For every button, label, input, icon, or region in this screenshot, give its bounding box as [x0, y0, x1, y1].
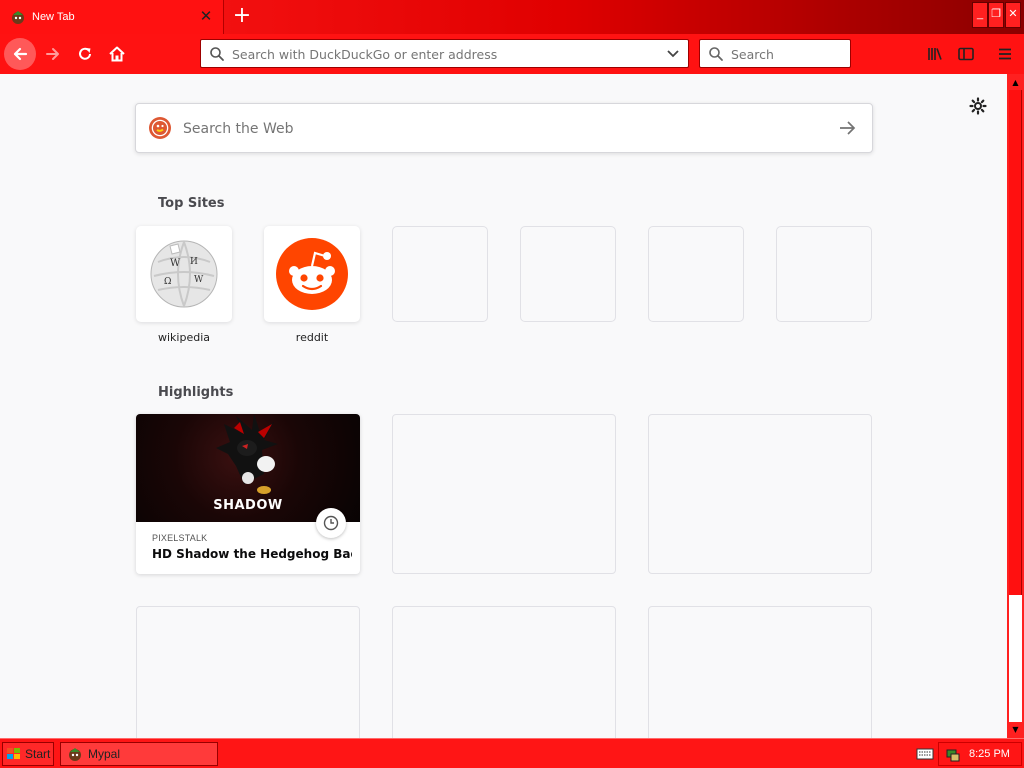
highlight-empty [392, 414, 616, 574]
svg-text:Ω: Ω [164, 277, 171, 287]
highlights-title: Highlights [158, 385, 234, 400]
wikipedia-icon: W Ω И W [150, 240, 218, 308]
url-bar[interactable] [200, 39, 689, 68]
highlight-empty [648, 414, 872, 574]
top-site-empty [520, 226, 616, 322]
shadow-hedgehog-image [216, 414, 278, 494]
mypal-icon [12, 11, 24, 24]
settings-button[interactable] [968, 96, 988, 116]
top-site-label: wikipedia [157, 331, 210, 344]
scroll-down-arrow[interactable]: ▼ [1009, 722, 1022, 737]
minimize-button[interactable]: _ [972, 2, 988, 28]
web-search-box[interactable] [135, 103, 873, 153]
highlight-empty [392, 606, 616, 738]
clock-icon [323, 515, 339, 531]
close-window-button[interactable]: ✕ [1005, 2, 1021, 28]
clock[interactable]: 8:25 PM [969, 748, 1010, 760]
highlight-empty [136, 606, 360, 738]
web-search-input[interactable] [183, 118, 783, 140]
vertical-scrollbar[interactable]: ▲ ▼ [1007, 74, 1024, 738]
tab-close-icon[interactable]: ✕ [199, 9, 213, 24]
top-site-empty [648, 226, 744, 322]
chevron-down-icon[interactable] [666, 48, 680, 60]
svg-text:W: W [170, 258, 181, 269]
mypal-icon [69, 748, 81, 761]
search-icon [210, 47, 224, 61]
new-tab-button[interactable]: + [231, 5, 253, 27]
start-label: Start [25, 747, 51, 761]
duckduckgo-icon [149, 117, 171, 139]
top-site-label: reddit [295, 331, 329, 344]
back-button[interactable] [4, 38, 36, 70]
new-tab-page: Top Sites W Ω И W wikipedia reddit Highl… [0, 74, 1007, 738]
reload-button[interactable] [70, 39, 100, 69]
scrollbar-thumb[interactable] [1009, 90, 1022, 595]
reddit-icon [276, 238, 348, 310]
highlight-empty [648, 606, 872, 738]
back-arrow-icon [13, 47, 28, 61]
sidebar-icon [958, 47, 974, 61]
network-icon[interactable] [945, 747, 961, 763]
top-site-wikipedia[interactable]: W Ω И W [136, 226, 232, 322]
svg-text:И: И [190, 257, 198, 267]
home-icon [109, 46, 125, 62]
sidebar-button[interactable] [951, 39, 981, 69]
arrow-right-icon[interactable] [838, 120, 856, 136]
top-site-empty [392, 226, 488, 322]
tab-new-tab[interactable]: New Tab ✕ [0, 0, 224, 34]
top-site-reddit[interactable] [264, 226, 360, 322]
top-sites-title: Top Sites [158, 196, 225, 211]
url-input[interactable] [232, 45, 652, 63]
taskbar: Start Mypal 8:25 PM [0, 738, 1024, 768]
history-badge [316, 508, 346, 538]
navigation-toolbar [0, 34, 1024, 74]
highlight-source: PIXELSTALK [152, 533, 208, 543]
windows-logo-icon [7, 748, 20, 759]
keyboard-icon[interactable] [916, 748, 934, 760]
forward-arrow-icon [46, 48, 59, 60]
taskbar-item-label: Mypal [88, 747, 121, 761]
highlight-thumbnail: SHADOW [136, 414, 360, 522]
reload-icon [79, 47, 91, 60]
highlight-card[interactable]: SHADOW PIXELSTALK HD Shadow the Hedgehog… [136, 414, 360, 574]
search-input[interactable] [731, 45, 841, 63]
taskbar-item-mypal[interactable]: Mypal [60, 742, 218, 766]
highlight-title: HD Shadow the Hedgehog Back... [152, 547, 352, 561]
tab-title: New Tab [32, 11, 75, 23]
hamburger-menu-icon [999, 48, 1011, 60]
forward-button[interactable] [38, 39, 68, 69]
menu-button[interactable] [990, 39, 1020, 69]
top-site-empty [776, 226, 872, 322]
library-button[interactable] [920, 39, 950, 69]
search-icon [709, 47, 723, 61]
home-button[interactable] [102, 39, 132, 69]
gear-icon [969, 97, 987, 115]
search-bar[interactable] [699, 39, 851, 68]
title-bar: New Tab ✕ + _ ❐ ✕ [0, 0, 1024, 34]
restore-button[interactable]: ❐ [988, 2, 1004, 28]
scroll-up-arrow[interactable]: ▲ [1009, 75, 1022, 90]
start-button[interactable]: Start [2, 742, 54, 766]
library-icon [928, 48, 942, 60]
svg-text:W: W [194, 275, 204, 285]
system-tray: 8:25 PM [938, 742, 1022, 766]
